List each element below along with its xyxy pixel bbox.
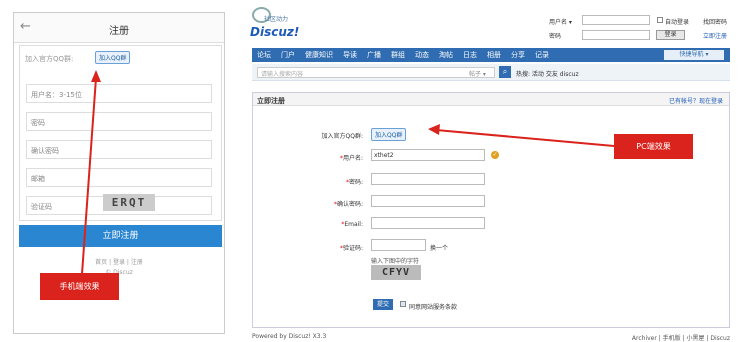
nav-item[interactable]: 门户 [276, 48, 300, 62]
pc-captcha-input[interactable] [371, 239, 426, 251]
pc-captcha-label: *验证码: [339, 245, 363, 252]
pc-footer: Powered by Discuz! X3.3 Archiver | 手机版 |… [252, 333, 730, 342]
mobile-register-form: 加入官方QQ群: 加入QQ群 用户名：3-15位 密码 确认密码 邮箱 验证码 … [19, 45, 222, 221]
pc-confirm-password-input[interactable] [371, 195, 485, 207]
pc-email-input[interactable] [371, 217, 485, 229]
pc-qq-label: 加入官方QQ群: [321, 133, 363, 140]
pc-qq-button[interactable]: 加入QQ群 [371, 128, 407, 141]
agree-label[interactable]: 同意网站服务条款 [409, 302, 457, 311]
nav-item[interactable]: 记录 [530, 48, 554, 62]
pc-captcha-image[interactable]: CFYV [371, 265, 421, 280]
pc-submit-button[interactable]: 提交 [373, 299, 393, 310]
nav-item[interactable]: 淘帖 [434, 48, 458, 62]
captcha-hint: 输入下图中的字符 [371, 258, 420, 265]
auto-login-label: 自动登录 [665, 19, 690, 26]
captcha-change-link[interactable]: 换一个 [430, 243, 448, 252]
pc-email-label: *Email: [341, 221, 363, 228]
logo-slogan: 社区动力 [264, 16, 289, 23]
agree-checkbox[interactable] [400, 301, 406, 307]
mobile-captcha-input[interactable]: 验证码 ERQT [26, 194, 212, 215]
nav-item[interactable]: 论坛 [252, 48, 276, 62]
hot-search-links[interactable]: 热搜: 活动 交友 discuz [516, 69, 579, 78]
login-link[interactable]: 已有帐号？现在登录 [669, 96, 723, 105]
pc-annotation-label: PC端效果 [614, 134, 693, 159]
pc-confirm-password-label: *确认密码: [333, 201, 363, 208]
search-icon[interactable]: ⌕ [499, 66, 511, 78]
mobile-submit-button[interactable]: 立即注册 [19, 225, 222, 247]
top-login-button[interactable]: 登录 [656, 30, 685, 40]
forgot-password-link[interactable]: 找回密码 [703, 17, 727, 26]
powered-by: Powered by Discuz! X3.3 [252, 333, 327, 340]
top-username-label[interactable]: 用户名 ▾ [549, 17, 572, 26]
pc-view: 社区动力 Discuz! 用户名 ▾ 自动登录 找回密码 密码 登录 立即注册 … [247, 3, 737, 342]
search-type-select[interactable]: 帖子 ▾ [469, 69, 486, 78]
mobile-annotation-label: 手机端效果 [40, 273, 119, 300]
nav-item[interactable]: 分享 [506, 48, 530, 62]
logo[interactable]: Discuz! [250, 25, 299, 39]
pc-password-label: *密码: [345, 179, 363, 186]
auto-login-checkbox[interactable] [657, 17, 663, 23]
mobile-header: ← 注册 [14, 13, 224, 43]
mobile-qq-button[interactable]: 加入QQ群 [95, 51, 131, 64]
nav-item[interactable]: 日志 [458, 48, 482, 62]
pc-username-label: *用户名: [339, 155, 363, 162]
pc-password-input[interactable] [371, 173, 485, 185]
search-bar: 请输入搜索内容 帖子 ▾ ⌕ 热搜: 活动 交友 discuz [252, 64, 730, 81]
register-panel: 立即注册 已有帐号？现在登录 加入官方QQ群: 加入QQ群 *用户名: xthe… [252, 92, 730, 328]
nav-item[interactable]: 广播 [362, 48, 386, 62]
top-register-link[interactable]: 立即注册 [703, 31, 727, 40]
mobile-page-title: 注册 [109, 26, 129, 37]
mobile-username-input[interactable]: 用户名：3-15位 [26, 84, 212, 103]
mobile-confirm-password-input[interactable]: 确认密码 [26, 140, 212, 159]
mobile-footer-links[interactable]: 首页 | 登录 | 注册 [14, 257, 224, 266]
nav-item[interactable]: 群组 [386, 48, 410, 62]
mobile-qq-label: 加入官方QQ群: [25, 55, 74, 63]
quick-nav-button[interactable]: 快捷导航 ▾ [664, 50, 724, 60]
search-input[interactable]: 请输入搜索内容 [257, 67, 495, 78]
mobile-email-input[interactable]: 邮箱 [26, 168, 212, 187]
pc-username-input[interactable]: xthet2 [371, 149, 485, 161]
panel-header: 立即注册 已有帐号？现在登录 [253, 93, 729, 106]
top-password-input[interactable] [582, 30, 650, 40]
panel-title: 立即注册 [257, 97, 285, 105]
nav-item[interactable]: 动态 [410, 48, 434, 62]
mobile-password-input[interactable]: 密码 [26, 112, 212, 131]
mobile-captcha-placeholder: 验证码 [31, 203, 52, 211]
top-username-input[interactable] [582, 15, 650, 25]
nav-item[interactable]: 导读 [338, 48, 362, 62]
mobile-captcha-image[interactable]: ERQT [103, 194, 155, 211]
footer-links[interactable]: Archiver | 手机版 | 小黑屋 | Discuz [632, 333, 730, 342]
main-nav: 论坛 门户 健康知识 导读 广播 群组 动态 淘帖 日志 相册 分享 记录 快捷导航 ▾ [252, 48, 730, 62]
top-password-label: 密码 [549, 33, 562, 40]
check-ok-icon: ✓ [491, 151, 499, 159]
nav-item[interactable]: 相册 [482, 48, 506, 62]
mobile-qq-row: 加入官方QQ群: 加入QQ群 [25, 51, 131, 64]
nav-item[interactable]: 健康知识 [300, 48, 338, 62]
